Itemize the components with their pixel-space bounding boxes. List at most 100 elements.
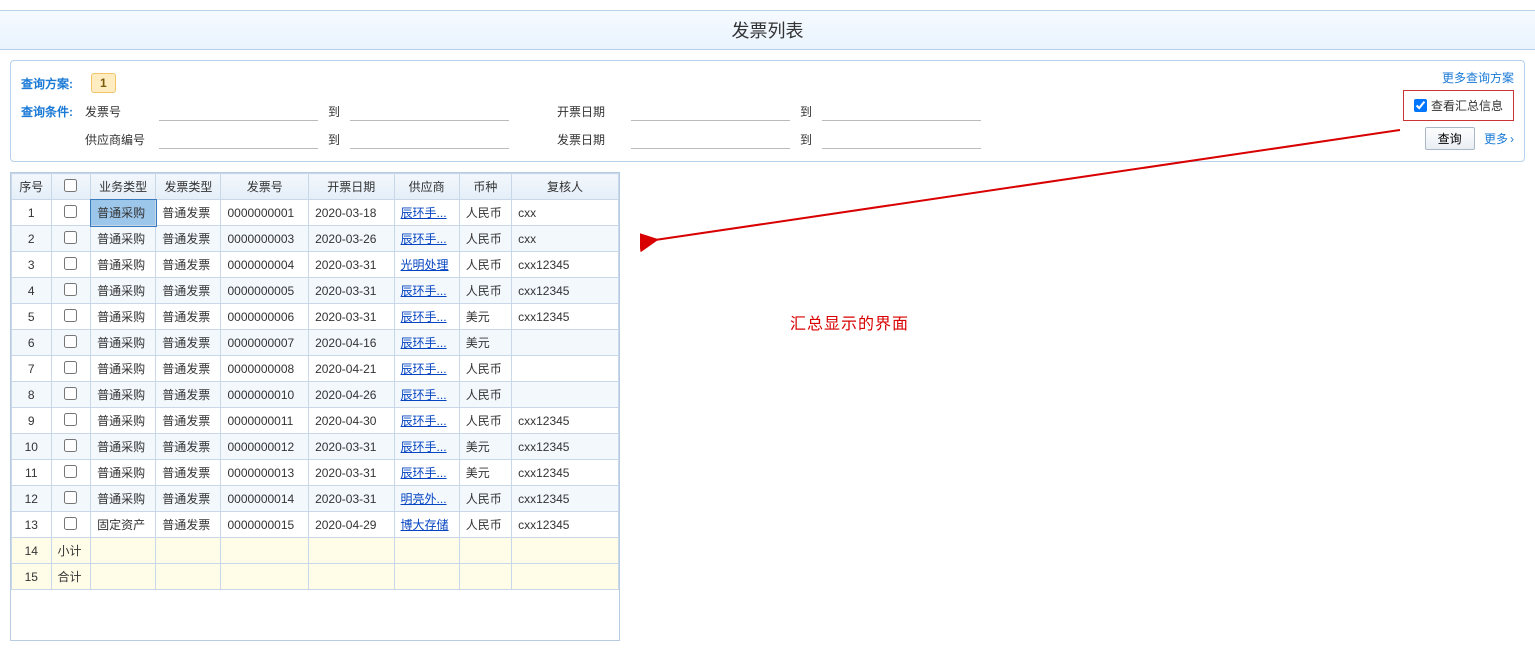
cell-chk[interactable] — [51, 434, 91, 460]
table-row[interactable]: 12普通采购普通发票00000000142020-03-31明亮外...人民币c… — [12, 486, 619, 512]
cell-supplier[interactable]: 辰环手... — [394, 382, 459, 408]
th-biztype[interactable]: 业务类型 — [91, 174, 156, 200]
cell-chk[interactable] — [51, 382, 91, 408]
cell-chk[interactable] — [51, 200, 91, 226]
supplier-link[interactable]: 辰环手... — [401, 284, 447, 298]
supplier-link[interactable]: 辰环手... — [401, 440, 447, 454]
row-checkbox[interactable] — [64, 361, 77, 374]
cell-invtype[interactable]: 普通发票 — [156, 252, 221, 278]
cell-chk[interactable] — [51, 408, 91, 434]
table-row[interactable]: 8普通采购普通发票00000000102020-04-26辰环手...人民币 — [12, 382, 619, 408]
cell-invno[interactable]: 0000000007 — [221, 330, 309, 356]
table-row[interactable]: 10普通采购普通发票00000000122020-03-31辰环手...美元cx… — [12, 434, 619, 460]
cell-invtype[interactable]: 普通发票 — [156, 200, 221, 226]
th-currency[interactable]: 币种 — [459, 174, 511, 200]
cell-invdate[interactable]: 2020-03-31 — [309, 486, 394, 512]
cell-reviewer[interactable]: cxx — [512, 200, 619, 226]
cell-chk[interactable] — [51, 512, 91, 538]
cell-invdate[interactable]: 2020-03-31 — [309, 252, 394, 278]
cell-invtype[interactable]: 普通发票 — [156, 486, 221, 512]
cell-reviewer[interactable]: cxx12345 — [512, 486, 619, 512]
cell-chk[interactable] — [51, 486, 91, 512]
cell-currency[interactable]: 人民币 — [459, 252, 511, 278]
select-all-checkbox[interactable] — [64, 179, 77, 192]
cell-reviewer[interactable]: cxx12345 — [512, 408, 619, 434]
summary-checkbox[interactable] — [1414, 99, 1427, 112]
cell-supplier[interactable]: 辰环手... — [394, 304, 459, 330]
row-checkbox[interactable] — [64, 205, 77, 218]
cell-supplier[interactable]: 辰环手... — [394, 356, 459, 382]
supplier-link[interactable]: 辰环手... — [401, 206, 447, 220]
cell-reviewer[interactable]: cxx — [512, 226, 619, 252]
cell-biztype[interactable]: 普通采购 — [91, 330, 156, 356]
cell-supplier[interactable]: 辰环手... — [394, 460, 459, 486]
row-checkbox[interactable] — [64, 491, 77, 504]
cell-chk[interactable] — [51, 460, 91, 486]
cell-currency[interactable]: 美元 — [459, 330, 511, 356]
row-checkbox[interactable] — [64, 413, 77, 426]
supplier-link[interactable]: 辰环手... — [401, 310, 447, 324]
cell-supplier[interactable]: 辰环手... — [394, 434, 459, 460]
row-checkbox[interactable] — [64, 439, 77, 452]
bill-date-to-input[interactable] — [822, 129, 981, 149]
table-row[interactable]: 6普通采购普通发票00000000072020-04-16辰环手...美元 — [12, 330, 619, 356]
table-row[interactable]: 1普通采购普通发票00000000012020-03-18辰环手...人民币cx… — [12, 200, 619, 226]
invoice-date-to-input[interactable] — [822, 101, 981, 121]
cell-invno[interactable]: 0000000003 — [221, 226, 309, 252]
supplier-no-from-input[interactable] — [159, 129, 318, 149]
table-row[interactable]: 4普通采购普通发票00000000052020-03-31辰环手...人民币cx… — [12, 278, 619, 304]
cell-invdate[interactable]: 2020-03-31 — [309, 278, 394, 304]
cell-invno[interactable]: 0000000015 — [221, 512, 309, 538]
cell-invtype[interactable]: 普通发票 — [156, 330, 221, 356]
cell-chk[interactable] — [51, 252, 91, 278]
cell-biztype[interactable]: 普通采购 — [91, 382, 156, 408]
cell-invno[interactable]: 0000000005 — [221, 278, 309, 304]
row-checkbox[interactable] — [64, 517, 77, 530]
cell-invno[interactable]: 0000000013 — [221, 460, 309, 486]
cell-currency[interactable]: 美元 — [459, 460, 511, 486]
th-seq[interactable]: 序号 — [12, 174, 52, 200]
cell-chk[interactable] — [51, 226, 91, 252]
row-checkbox[interactable] — [64, 283, 77, 296]
cell-invdate[interactable]: 2020-04-26 — [309, 382, 394, 408]
cell-invno[interactable]: 0000000008 — [221, 356, 309, 382]
table-row[interactable]: 3普通采购普通发票00000000042020-03-31光明处理人民币cxx1… — [12, 252, 619, 278]
cell-invtype[interactable]: 普通发票 — [156, 226, 221, 252]
cell-currency[interactable]: 人民币 — [459, 226, 511, 252]
more-schemes-link[interactable]: 更多查询方案 — [1442, 69, 1514, 86]
bill-date-from-input[interactable] — [631, 129, 790, 149]
cell-reviewer[interactable]: cxx12345 — [512, 304, 619, 330]
cell-chk[interactable] — [51, 330, 91, 356]
invoice-no-to-input[interactable] — [350, 101, 509, 121]
cell-supplier[interactable]: 辰环手... — [394, 200, 459, 226]
cell-invno[interactable]: 0000000011 — [221, 408, 309, 434]
supplier-link[interactable]: 博大存储 — [401, 518, 449, 532]
table-row[interactable]: 2普通采购普通发票00000000032020-03-26辰环手...人民币cx… — [12, 226, 619, 252]
invoice-date-from-input[interactable] — [631, 101, 790, 121]
cell-currency[interactable]: 人民币 — [459, 200, 511, 226]
invoice-no-from-input[interactable] — [159, 101, 318, 121]
cell-currency[interactable]: 人民币 — [459, 382, 511, 408]
cell-biztype[interactable]: 普通采购 — [91, 460, 156, 486]
row-checkbox[interactable] — [64, 257, 77, 270]
cell-currency[interactable]: 人民币 — [459, 356, 511, 382]
cell-biztype[interactable]: 普通采购 — [91, 356, 156, 382]
supplier-link[interactable]: 辰环手... — [401, 232, 447, 246]
cell-biztype[interactable]: 普通采购 — [91, 278, 156, 304]
cell-biztype[interactable]: 普通采购 — [91, 226, 156, 252]
cell-invdate[interactable]: 2020-03-31 — [309, 460, 394, 486]
cell-supplier[interactable]: 明亮外... — [394, 486, 459, 512]
row-checkbox[interactable] — [64, 465, 77, 478]
cell-supplier[interactable]: 博大存储 — [394, 512, 459, 538]
cell-invdate[interactable]: 2020-04-16 — [309, 330, 394, 356]
cell-reviewer[interactable] — [512, 356, 619, 382]
table-row[interactable]: 5普通采购普通发票00000000062020-03-31辰环手...美元cxx… — [12, 304, 619, 330]
row-checkbox[interactable] — [64, 309, 77, 322]
more-button[interactable]: 更多 — [1484, 132, 1514, 146]
supplier-no-to-input[interactable] — [350, 129, 509, 149]
table-row[interactable]: 13固定资产普通发票00000000152020-04-29博大存储人民币cxx… — [12, 512, 619, 538]
row-checkbox[interactable] — [64, 335, 77, 348]
cell-biztype[interactable]: 普通采购 — [91, 408, 156, 434]
supplier-link[interactable]: 辰环手... — [401, 336, 447, 350]
cell-reviewer[interactable]: cxx12345 — [512, 434, 619, 460]
